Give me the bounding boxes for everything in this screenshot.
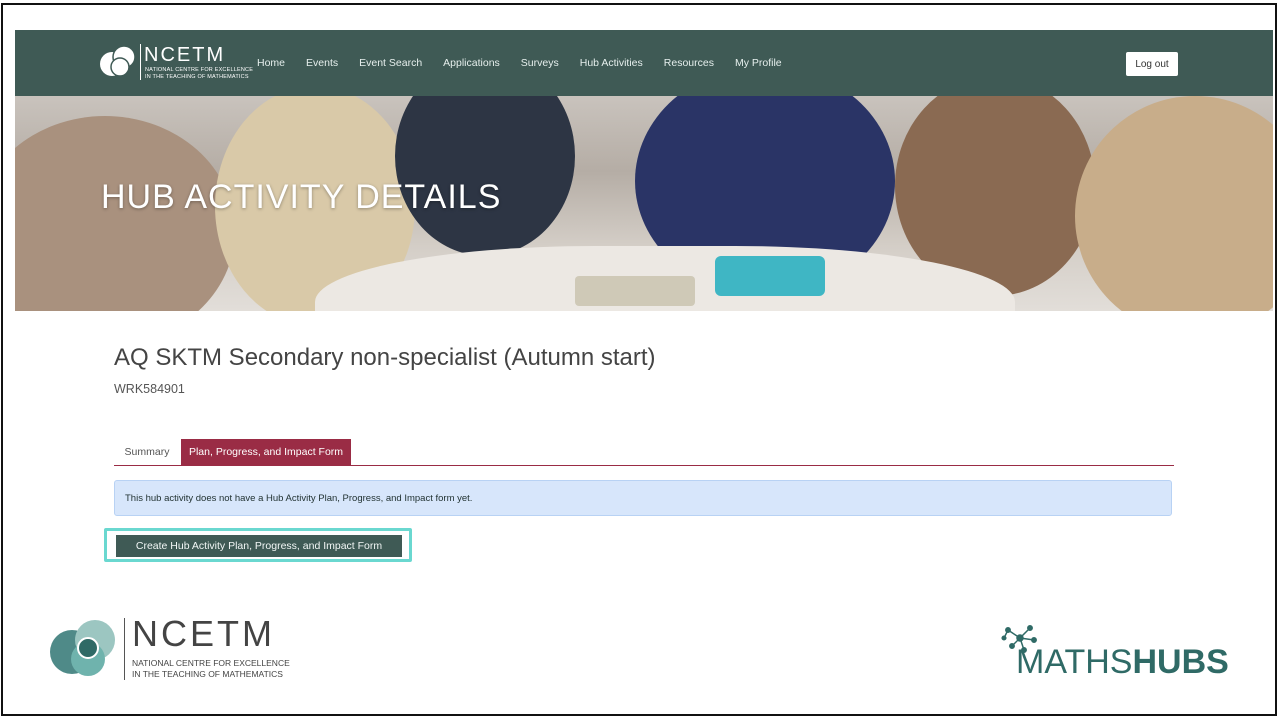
- nav-item-surveys[interactable]: Surveys: [521, 57, 559, 69]
- footer-ncetm-brand: NCETM: [132, 613, 275, 654]
- nav-brand: NCETM: [144, 44, 226, 66]
- footer-mathshubs-logo: MATHSHUBS: [998, 624, 1243, 684]
- hero-banner: HUB ACTIVITY DETAILS: [15, 96, 1273, 311]
- nav-item-resources[interactable]: Resources: [664, 57, 714, 69]
- ncetm-logo[interactable]: NCETM NATIONAL CENTRE FOR EXCELLENCE IN …: [99, 42, 253, 84]
- hero-photo-shape: [1075, 96, 1273, 311]
- nav-item-hub-activities[interactable]: Hub Activities: [580, 57, 643, 69]
- top-navigation: NCETM NATIONAL CENTRE FOR EXCELLENCE IN …: [15, 30, 1273, 96]
- nav-item-applications[interactable]: Applications: [443, 57, 500, 69]
- nav-item-home[interactable]: Home: [257, 57, 285, 69]
- ncetm-footer-icon: [50, 620, 115, 676]
- ncetm-logo-icon: [100, 45, 136, 77]
- footer-ncetm-logo: NCETM NATIONAL CENTRE FOR EXCELLENCE IN …: [48, 614, 308, 684]
- nav-item-my-profile[interactable]: My Profile: [735, 57, 782, 69]
- info-alert: This hub activity does not have a Hub Ac…: [114, 480, 1172, 516]
- mathshubs-wordmark: MATHSHUBS: [1016, 643, 1229, 681]
- nav-item-events[interactable]: Events: [306, 57, 338, 69]
- nav-item-event-search[interactable]: Event Search: [359, 57, 422, 69]
- page-hero-title: HUB ACTIVITY DETAILS: [101, 178, 502, 216]
- activity-code: WRK584901: [114, 382, 185, 396]
- nav-brand-sub: NATIONAL CENTRE FOR EXCELLENCE IN THE TE…: [145, 67, 254, 80]
- footer-ncetm-sub: NATIONAL CENTRE FOR EXCELLENCE IN THE TE…: [132, 658, 290, 679]
- tab-plan-progress-impact-form[interactable]: Plan, Progress, and Impact Form: [181, 439, 351, 465]
- activity-tabs: Summary Plan, Progress, and Impact Form: [114, 439, 1174, 466]
- activity-title: AQ SKTM Secondary non-specialist (Autumn…: [114, 344, 656, 371]
- create-button-highlight: Create Hub Activity Plan, Progress, and …: [104, 528, 412, 562]
- hero-photo-tablet: [575, 276, 695, 306]
- hero-photo-shape: [395, 96, 575, 256]
- create-form-button[interactable]: Create Hub Activity Plan, Progress, and …: [116, 535, 402, 557]
- nav-menu: Home Events Event Search Applications Su…: [257, 30, 803, 96]
- tab-summary[interactable]: Summary: [114, 439, 180, 465]
- footer-logo-divider: [124, 618, 125, 680]
- logout-button[interactable]: Log out: [1126, 52, 1178, 76]
- logo-divider: [140, 44, 141, 80]
- hero-photo-book: [715, 256, 825, 296]
